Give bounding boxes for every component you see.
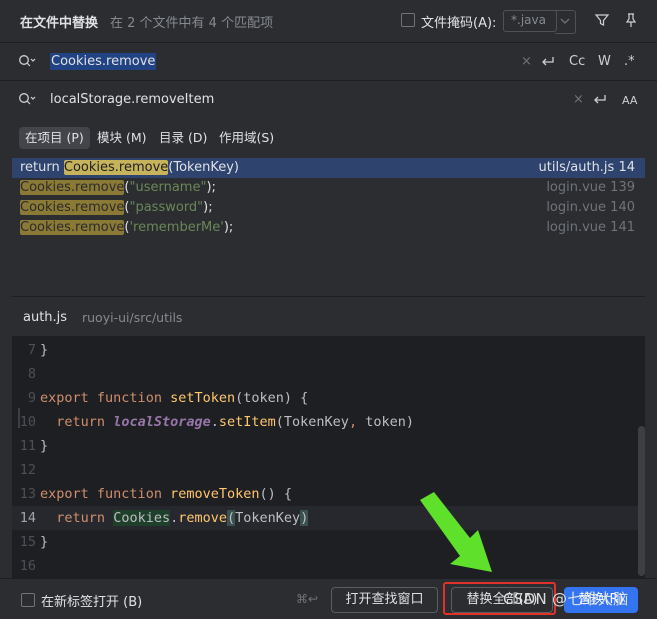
code-text: export function removeToken() { bbox=[40, 486, 293, 502]
preview-file-name: auth.js bbox=[23, 310, 68, 325]
clear-icon[interactable]: × bbox=[573, 92, 584, 107]
editor-scrollbar[interactable] bbox=[638, 426, 645, 576]
result-file: login.vue 141 bbox=[546, 220, 635, 235]
newline-icon[interactable] bbox=[592, 93, 608, 107]
find-row: Cookies.remove × Cc W .* bbox=[0, 42, 657, 81]
scope-tabs: 在项目 (P) 模块 (M) 目录 (D) 作用域(S) bbox=[0, 120, 657, 156]
result-row[interactable]: Cookies.remove('rememberMe'); login.vue … bbox=[12, 218, 645, 238]
replace-input[interactable]: localStorage.removeItem bbox=[50, 92, 214, 107]
clear-icon[interactable]: × bbox=[521, 54, 532, 69]
code-line: 16 bbox=[19, 558, 36, 574]
search-icon[interactable] bbox=[18, 92, 36, 108]
tab-directory[interactable]: 目录 (D) bbox=[153, 127, 213, 149]
match-summary: 在 2 个文件中有 4 个匹配项 bbox=[110, 16, 274, 31]
code-line: 8 bbox=[27, 366, 36, 382]
dialog-title: 在文件中替换 bbox=[20, 16, 99, 31]
green-arrow-annotation bbox=[420, 492, 492, 572]
code-line: 7} bbox=[27, 342, 49, 358]
preview-header: auth.js ruoyi-ui/src/utils bbox=[12, 296, 645, 337]
code-line: 13 export function removeToken() { bbox=[12, 482, 645, 506]
chevron-down-icon bbox=[560, 18, 570, 24]
tab-in-project[interactable]: 在项目 (P) bbox=[19, 127, 90, 149]
dialog-header: 在文件中替换 在 2 个文件中有 4 个匹配项 文件掩码(A): *.java bbox=[0, 0, 657, 42]
pin-icon[interactable] bbox=[623, 12, 639, 28]
replace-row: localStorage.removeItem × AA bbox=[0, 80, 657, 119]
result-code: Cookies.remove("password"); bbox=[20, 200, 213, 215]
code-text: return Cookies.remove(TokenKey) bbox=[56, 510, 309, 526]
watermark: CSDN @七维大脑 bbox=[503, 590, 629, 608]
code-text: return localStorage.setItem(TokenKey, to… bbox=[56, 414, 414, 430]
result-code: Cookies.remove('rememberMe'); bbox=[20, 220, 234, 235]
code-preview[interactable]: 7} 8 9 export function setToken(token) { … bbox=[12, 336, 645, 578]
code-line: 9 export function setToken(token) { bbox=[12, 386, 645, 410]
search-icon[interactable] bbox=[18, 54, 36, 70]
file-mask-label[interactable]: 文件掩码(A): bbox=[421, 12, 496, 31]
file-mask-value: *.java bbox=[511, 13, 546, 27]
code-line: 10 return localStorage.setItem(TokenKey,… bbox=[12, 410, 645, 434]
code-text: export function setToken(token) { bbox=[40, 390, 309, 406]
regex-toggle[interactable]: .* bbox=[624, 54, 635, 69]
filter-icon[interactable] bbox=[594, 12, 610, 28]
result-file: login.vue 139 bbox=[546, 180, 635, 195]
code-line: 11} bbox=[19, 438, 49, 454]
result-code: Cookies.remove("username"); bbox=[20, 180, 216, 195]
find-input[interactable]: Cookies.remove bbox=[50, 53, 157, 70]
result-code: return Cookies.remove(TokenKey) bbox=[20, 160, 239, 175]
file-mask-checkbox[interactable] bbox=[401, 13, 415, 27]
tab-module[interactable]: 模块 (M) bbox=[91, 127, 153, 149]
result-row[interactable]: Cookies.remove("username"); login.vue 13… bbox=[12, 178, 645, 198]
shortcut-hint: ⌘↩ bbox=[296, 592, 319, 606]
result-row[interactable]: return Cookies.remove(TokenKey) utils/au… bbox=[12, 158, 645, 178]
whole-words-toggle[interactable]: W bbox=[598, 54, 611, 69]
file-mask-input[interactable]: *.java bbox=[503, 10, 557, 32]
tab-scope[interactable]: 作用域(S) bbox=[213, 127, 280, 149]
file-mask-dropdown[interactable] bbox=[555, 10, 576, 34]
open-in-new-tab-checkbox[interactable] bbox=[21, 593, 35, 607]
open-find-window-button[interactable]: 打开查找窗口 bbox=[331, 587, 438, 613]
preserve-case-toggle[interactable]: AA bbox=[622, 94, 637, 107]
code-line-current: 14 return Cookies.remove(TokenKey) bbox=[12, 506, 645, 530]
newline-icon[interactable] bbox=[540, 55, 556, 69]
match-case-toggle[interactable]: Cc bbox=[569, 54, 585, 69]
code-line: 12 bbox=[19, 462, 36, 478]
indent-guide bbox=[18, 408, 20, 428]
preview-file-path: ruoyi-ui/src/utils bbox=[82, 310, 183, 325]
results-list: return Cookies.remove(TokenKey) utils/au… bbox=[12, 158, 645, 238]
open-in-new-tab-label[interactable]: 在新标签打开 (B) bbox=[41, 591, 142, 610]
result-file: login.vue 140 bbox=[546, 200, 635, 215]
code-line: 15} bbox=[19, 534, 49, 550]
result-row[interactable]: Cookies.remove("password"); login.vue 14… bbox=[12, 198, 645, 218]
result-file: utils/auth.js 14 bbox=[538, 160, 635, 175]
